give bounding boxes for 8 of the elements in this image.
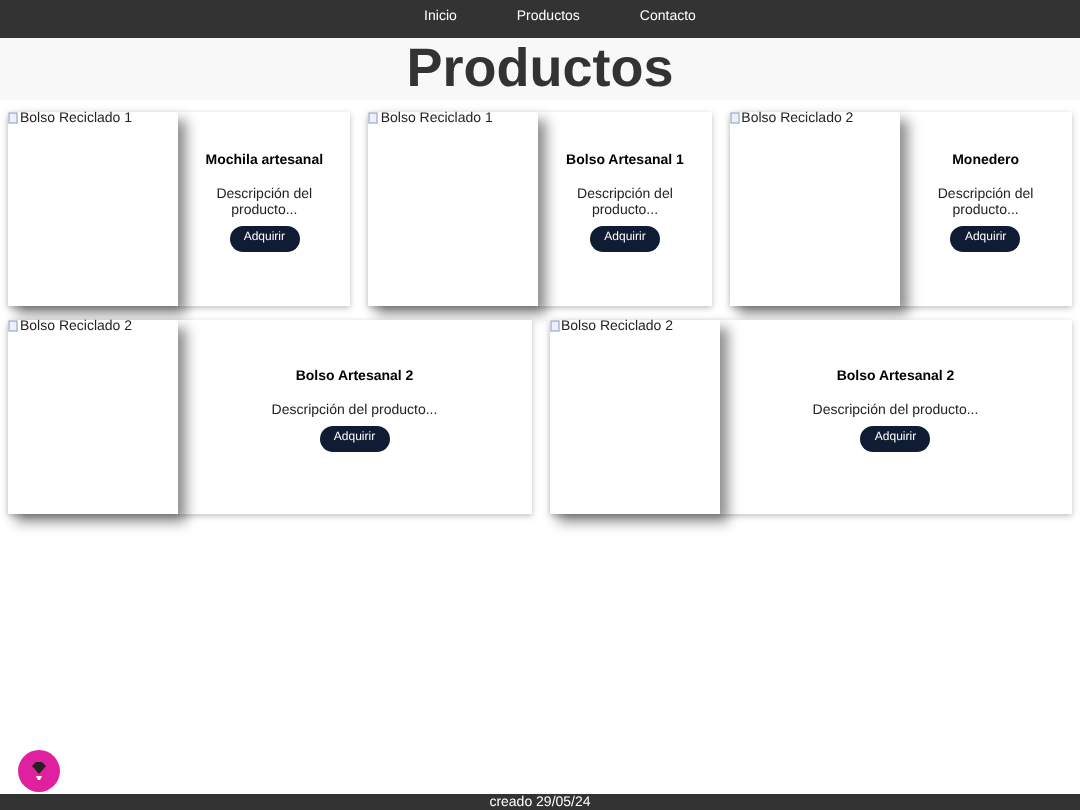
floating-action-button[interactable] <box>18 750 60 792</box>
broken-image-icon <box>729 112 740 124</box>
gem-icon <box>30 760 48 782</box>
broken-image-icon <box>8 320 18 332</box>
broken-image-icon <box>368 112 379 124</box>
broken-image-icon <box>549 320 559 332</box>
page-title: Productos <box>406 42 674 96</box>
broken-image-icon <box>8 112 18 124</box>
